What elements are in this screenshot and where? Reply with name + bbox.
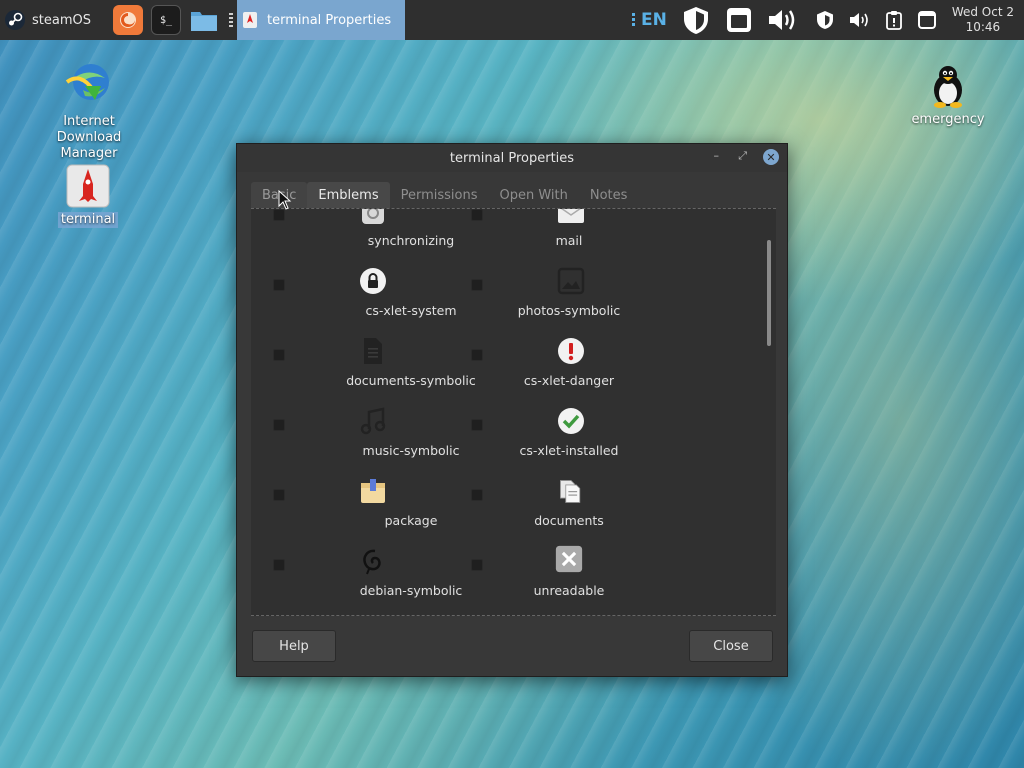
terminal-launcher-small-icon: [242, 12, 257, 28]
tux-icon: [888, 64, 1008, 108]
emblem-checkbox[interactable]: [471, 279, 483, 291]
desktop-icon-emergency[interactable]: emergency: [888, 64, 1008, 128]
package-icon: [359, 477, 387, 505]
emblem-item[interactable]: cs-xlet-system: [273, 268, 473, 343]
dialog-titlebar[interactable]: terminal Properties – ⤢ ✕: [237, 144, 787, 172]
emblem-checkbox[interactable]: [471, 489, 483, 501]
files-icon[interactable]: [189, 5, 219, 35]
emblem-checkbox[interactable]: [273, 279, 285, 291]
documents-icon: [557, 477, 585, 505]
maximize-button[interactable]: ⤢: [738, 149, 747, 163]
emblem-label: cs-xlet-danger: [523, 373, 615, 388]
clipboard-icon[interactable]: [885, 10, 903, 30]
tab-bar: Basic Emblems Permissions Open With Note…: [251, 182, 638, 210]
tab-emblems[interactable]: Emblems: [307, 182, 390, 210]
menu-label: steamOS: [32, 12, 91, 28]
emblem-checkbox[interactable]: [273, 559, 285, 571]
desktop-icon-label: emergency: [911, 112, 985, 127]
minimize-button[interactable]: –: [714, 149, 720, 162]
emblem-checkbox[interactable]: [273, 349, 285, 361]
emblem-item[interactable]: documents-symbolic: [273, 338, 476, 413]
emblem-checkbox[interactable]: [471, 349, 483, 361]
language-label: EN: [640, 10, 667, 30]
emblem-label: photos-symbolic: [517, 303, 621, 318]
clock-time: 10:46: [965, 20, 1001, 34]
desktop-icon-terminal[interactable]: terminal: [28, 164, 148, 228]
emblem-item[interactable]: photos-symbolic: [471, 267, 671, 343]
task-title: terminal Properties: [266, 12, 392, 28]
panel-grip[interactable]: [228, 13, 233, 27]
emblem-item[interactable]: cs-xlet-danger: [471, 338, 671, 413]
music-icon: [359, 407, 387, 435]
emblem-label: documents: [534, 513, 604, 528]
system-tray: EN Wed Oct 2 10:46: [625, 0, 1024, 40]
emblem-checkbox[interactable]: [273, 489, 285, 501]
lock-icon: [359, 267, 387, 295]
desktop-icon-label: terminal: [57, 212, 119, 228]
firefox-icon[interactable]: [112, 5, 143, 35]
emblem-checkbox[interactable]: [471, 209, 483, 221]
document-icon: [359, 337, 387, 365]
emblem-item[interactable]: mail: [471, 209, 671, 273]
photos-icon: [557, 267, 585, 295]
close-button[interactable]: Close: [689, 630, 773, 662]
emblem-checkbox[interactable]: [471, 419, 483, 431]
shield-small-icon[interactable]: [815, 10, 835, 30]
window-small-icon[interactable]: [917, 10, 937, 30]
top-panel: steamOS $_ terminal Properties EN Wed Oc…: [0, 0, 1024, 40]
clock[interactable]: Wed Oct 2 10:46: [952, 5, 1014, 35]
emblem-label: cs-xlet-installed: [519, 443, 619, 458]
emblems-list[interactable]: synchronizing mail cs-xlet-system photos…: [251, 208, 776, 616]
help-button[interactable]: Help: [252, 630, 336, 662]
properties-dialog: terminal Properties – ⤢ ✕ Basic Emblems …: [236, 143, 788, 677]
language-indicator[interactable]: EN: [631, 10, 667, 30]
volume-small-icon[interactable]: [849, 11, 871, 29]
mouse-cursor-icon: [278, 190, 292, 210]
emblem-label: mail: [555, 233, 583, 248]
emblem-item[interactable]: package: [273, 479, 473, 553]
unreadable-icon: [555, 545, 583, 573]
desktop-icon-label: Internet Download Manager: [56, 114, 122, 161]
folder-glyph-icon: [190, 12, 217, 31]
sync-icon: [359, 209, 387, 227]
terminal-launcher-icon: [28, 164, 148, 208]
desktop-icon-idm[interactable]: Internet Download Manager: [29, 60, 149, 162]
idm-icon: [29, 60, 149, 110]
tab-permissions[interactable]: Permissions: [390, 182, 489, 210]
terminal-icon[interactable]: $_: [150, 5, 181, 35]
close-window-button[interactable]: ✕: [763, 149, 779, 165]
taskbar-item-terminal-properties[interactable]: terminal Properties: [236, 0, 405, 40]
mail-icon: [557, 209, 585, 227]
dialog-title: terminal Properties: [449, 150, 575, 166]
steamos-menu-button[interactable]: steamOS: [0, 0, 99, 40]
tab-open-with[interactable]: Open With: [489, 182, 579, 210]
emblem-item[interactable]: cs-xlet-installed: [471, 408, 671, 483]
firefox-glyph-icon: [119, 12, 136, 28]
debian-icon: [359, 547, 387, 575]
steam-logo-icon: [5, 10, 25, 30]
clock-date: Wed Oct 2: [951, 5, 1014, 19]
tab-notes[interactable]: Notes: [579, 182, 639, 210]
installed-check-icon: [557, 407, 585, 435]
lang-grip: [631, 13, 635, 27]
emblem-item[interactable]: music-symbolic: [273, 407, 473, 483]
emblem-item[interactable]: debian-symbolic: [273, 549, 473, 615]
emblem-checkbox[interactable]: [273, 419, 285, 431]
emblems-scrollbar[interactable]: [767, 240, 771, 346]
danger-icon: [557, 337, 585, 365]
shield-icon[interactable]: [681, 5, 711, 35]
emblem-checkbox[interactable]: [471, 559, 483, 571]
emblem-label: unreadable: [533, 583, 605, 598]
emblem-checkbox[interactable]: [273, 209, 285, 221]
emblem-item[interactable]: synchronizing: [273, 209, 473, 273]
volume-icon[interactable]: [767, 6, 801, 34]
emblem-item[interactable]: unreadable: [471, 545, 671, 615]
window-icon[interactable]: [725, 6, 753, 34]
